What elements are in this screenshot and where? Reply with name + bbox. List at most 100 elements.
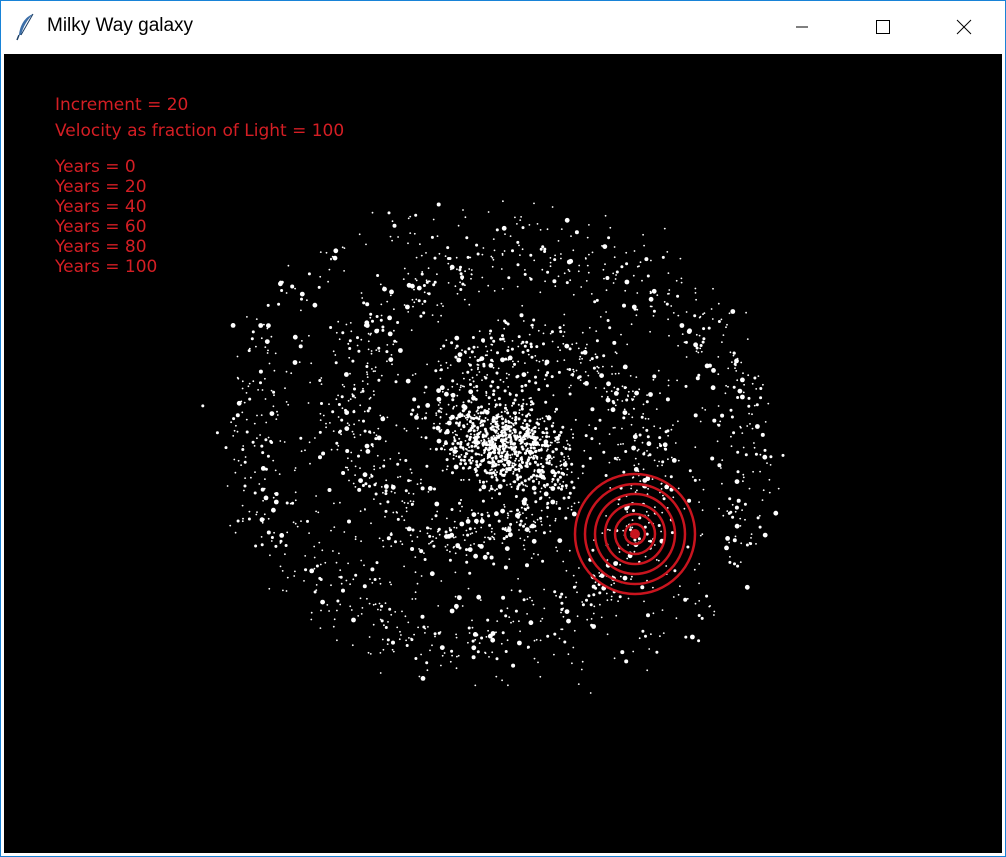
star (486, 618, 490, 622)
star (312, 302, 318, 308)
star (286, 531, 289, 534)
star (390, 484, 396, 490)
star (435, 425, 441, 431)
star (506, 349, 510, 353)
star (523, 539, 526, 542)
star (492, 258, 495, 261)
star (389, 294, 392, 297)
star (520, 441, 523, 443)
star (407, 502, 409, 505)
star (488, 443, 491, 447)
star (294, 522, 297, 525)
star (526, 447, 529, 450)
star (520, 407, 524, 411)
star (612, 401, 616, 405)
star (274, 492, 276, 495)
maximize-button[interactable] (860, 1, 906, 54)
star (496, 478, 498, 481)
close-button[interactable] (941, 1, 987, 54)
star (615, 352, 618, 355)
star (592, 612, 595, 615)
star (570, 508, 573, 511)
star (485, 345, 487, 348)
star (460, 499, 462, 501)
star (336, 639, 338, 642)
star (428, 542, 430, 545)
star (716, 423, 719, 426)
star (269, 554, 271, 557)
star (524, 269, 526, 271)
star (662, 442, 668, 448)
star (335, 331, 338, 334)
star (515, 521, 518, 524)
star (265, 421, 268, 424)
star (547, 461, 551, 465)
star (456, 394, 459, 397)
star (527, 353, 530, 356)
star (508, 373, 510, 376)
star (409, 468, 412, 471)
star (325, 422, 327, 425)
star (555, 594, 557, 597)
star (241, 504, 244, 507)
star (247, 517, 251, 521)
star (505, 535, 509, 539)
star (455, 256, 458, 259)
star (501, 631, 505, 635)
star (487, 408, 490, 410)
star (551, 450, 555, 454)
star (555, 436, 560, 441)
star (568, 491, 572, 495)
star (631, 398, 633, 400)
star (601, 532, 604, 534)
star (333, 526, 336, 528)
star (453, 520, 456, 523)
star (584, 434, 588, 438)
star (717, 302, 720, 305)
star (549, 261, 552, 264)
star (534, 454, 537, 457)
star (586, 236, 589, 239)
star (568, 368, 572, 371)
star (627, 395, 629, 398)
star (474, 684, 477, 687)
star (310, 362, 313, 365)
star (413, 633, 415, 636)
star (508, 558, 511, 560)
star (467, 410, 471, 414)
star (472, 429, 476, 433)
star (645, 428, 649, 432)
star (454, 335, 460, 341)
star (379, 609, 382, 611)
star (490, 631, 496, 636)
star (720, 413, 725, 418)
star (586, 264, 589, 267)
star (540, 520, 542, 523)
star (649, 539, 653, 543)
star (638, 433, 642, 437)
star (506, 639, 509, 642)
star (503, 503, 505, 506)
star (412, 500, 415, 503)
title-bar[interactable]: Milky Way galaxy (1, 1, 1005, 54)
star (568, 444, 571, 447)
star (755, 543, 757, 545)
star (592, 366, 596, 370)
star (491, 497, 493, 500)
star (287, 403, 290, 406)
star (535, 529, 537, 532)
star (602, 244, 608, 250)
star (263, 518, 265, 521)
star (478, 290, 480, 293)
star (365, 302, 370, 307)
star (472, 417, 476, 420)
minimize-button[interactable] (779, 1, 825, 54)
star (461, 282, 465, 286)
star (605, 289, 608, 292)
star (504, 650, 508, 653)
star (403, 427, 406, 430)
star (384, 515, 386, 518)
star (563, 456, 566, 458)
star (613, 386, 616, 389)
star (481, 379, 483, 381)
